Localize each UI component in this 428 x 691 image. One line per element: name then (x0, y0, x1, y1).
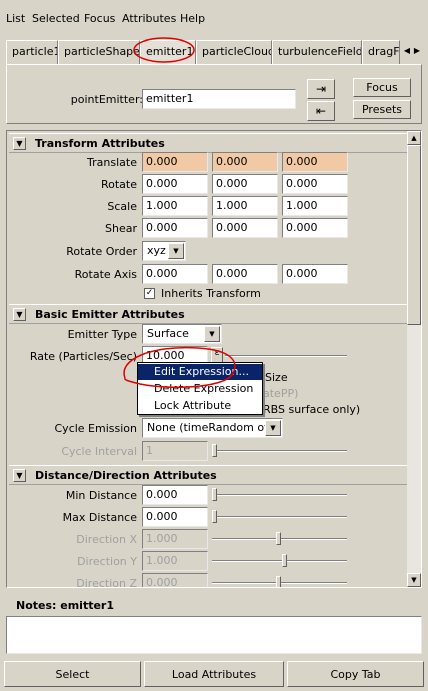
annotation-circle-tab (133, 37, 195, 63)
annotation-circle-rate (123, 346, 236, 388)
annotation-overlay (123, 37, 236, 388)
